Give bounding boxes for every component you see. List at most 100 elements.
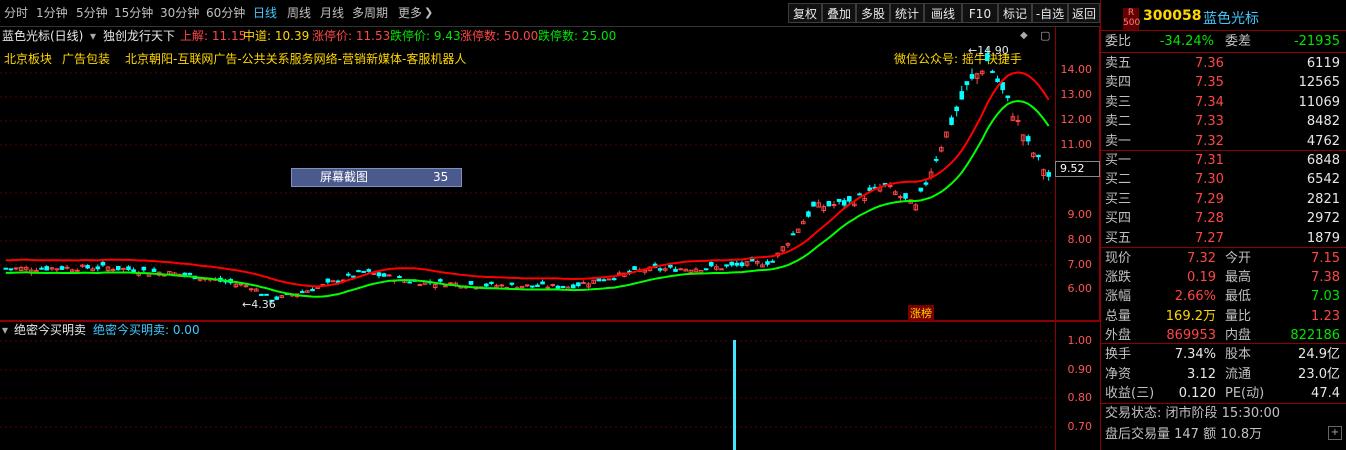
candle-body [100,261,106,266]
candle-body [371,272,377,275]
period-tab-30min[interactable]: 30分钟 [160,0,199,26]
period-tab-daily[interactable]: 日线 [253,0,277,26]
bid-level-row[interactable]: 买五 7.27 1879 [1105,228,1340,249]
bid-price: 7.27 [1195,230,1224,246]
row-value: 0.19 [1187,270,1216,286]
period-tab-monthly[interactable]: 月线 [320,0,344,26]
row-label-2: 股本 [1225,347,1252,362]
mark-button[interactable]: 标记 [998,3,1032,23]
row-value: 0.120 [1178,386,1216,401]
ask-level-row[interactable]: 卖四 7.35 12565 [1105,72,1340,93]
candle-body [381,273,387,277]
bid-label: 买二 [1105,172,1132,188]
candle-body [959,91,965,100]
row-label-2: 量比 [1225,308,1252,324]
candle-body [351,275,356,278]
candle-body [657,268,663,271]
ask-label: 卖五 [1105,56,1132,71]
candle-body [110,268,116,271]
period-tab-multi[interactable]: 多周期 [352,0,388,26]
ask-level-row[interactable]: 卖五 7.36 6119 [1105,53,1340,74]
row-value-2: 24.9亿 [1298,347,1340,362]
period-tab-1min[interactable]: 1分钟 [36,0,68,26]
chevron-down-icon[interactable]: ▾ [2,322,8,338]
row-label-2: 内盘 [1225,327,1252,343]
row-value: 7.34% [1174,347,1216,362]
ask-level-row[interactable]: 卖二 7.33 8482 [1105,111,1340,132]
ask-label: 卖二 [1105,114,1132,130]
candle-body [330,280,336,283]
period-tab-more[interactable]: 更多 [398,0,422,26]
candle-body [576,282,581,287]
kline-chart[interactable] [0,26,1055,321]
after-hours-volume: 盘后交易量 147 额 10.8万 [1105,427,1263,442]
bid-level-row[interactable]: 买一 7.31 6848 [1105,150,1340,171]
period-tab-60min[interactable]: 60分钟 [206,0,245,26]
candle-body [734,262,740,266]
candle-body [448,282,453,285]
candle-body [64,266,70,269]
candle-body [489,281,494,284]
indicator-chart[interactable] [0,340,1055,450]
screenshot-overlay[interactable]: 屏幕截图 35 [291,168,462,187]
period-tab-weekly[interactable]: 周线 [287,0,311,26]
price-tick: 13.00 [1060,88,1093,101]
candle-body [678,268,683,271]
draw-line-button[interactable]: 画线 [924,3,962,23]
period-tab-fenshi[interactable]: 分时 [4,0,28,26]
ask-level-row[interactable]: 卖一 7.32 4762 [1105,131,1340,152]
candle-body [990,70,995,73]
ask-level-row[interactable]: 卖三 7.34 11069 [1105,92,1340,113]
candle-body [831,203,837,206]
candle-body [248,288,254,291]
fuquan-button[interactable]: 复权 [788,3,822,23]
candle-body [601,279,607,282]
row-label-2: 最低 [1225,289,1252,305]
candle-body [131,269,136,273]
bid-label: 买五 [1105,230,1132,246]
indicator-name[interactable]: 绝密今买明卖 [14,322,86,338]
row-value-2: 7.03 [1311,289,1340,305]
bid-level-row[interactable]: 买三 7.29 2821 [1105,189,1340,210]
candle-body [847,196,852,202]
back-button[interactable]: 返回 [1068,3,1100,23]
weibi-label: 委比 [1105,34,1132,49]
ask-price: 7.36 [1195,56,1224,71]
candle-body [264,293,269,296]
candle-body [903,193,908,199]
overlay-button[interactable]: 叠加 [822,3,856,23]
statistics-button[interactable]: 统计 [890,3,924,23]
multi-stock-button[interactable]: 多股 [856,3,890,23]
fundamental-stat-row: 净资 3.12 流通 23.0亿 [1105,364,1340,385]
bid-volume: 6848 [1306,153,1340,168]
low-price-value: 4.36 [251,298,276,311]
candle-body [407,281,412,284]
bid-price: 7.29 [1195,191,1224,207]
bid-level-row[interactable]: 买四 7.28 2972 [1105,208,1340,229]
candle-body [836,198,842,202]
bid-volume: 2821 [1306,191,1340,207]
candle-body [361,270,366,273]
period-toolbar: 分时 1分钟 5分钟 15分钟 30分钟 60分钟 日线 周线 月线 多周期 更… [0,0,1100,27]
badge-top: R [1127,8,1135,18]
expand-icon[interactable]: + [1328,426,1342,440]
add-watchlist-button[interactable]: -自选 [1032,3,1068,23]
bid-price: 7.30 [1195,172,1224,188]
candle-body [126,266,131,271]
fundamental-stat-row: 收益(三) 0.120 PE(动) 47.4 [1105,383,1340,404]
stock-code: 300058 [1143,8,1202,24]
f10-button[interactable]: F10 [962,3,998,23]
bid-level-row[interactable]: 买二 7.30 6542 [1105,169,1340,190]
weicha-value: -21935 [1293,34,1340,49]
candle-body [995,78,1000,83]
candle-body [438,279,443,282]
zt-badge[interactable]: 涨榜 [908,305,934,321]
period-tab-5min[interactable]: 5分钟 [76,0,108,26]
candle-body [918,187,924,192]
candle-body [1025,136,1031,142]
overlay-value: 35 [433,170,449,184]
period-tab-15min[interactable]: 15分钟 [114,0,153,26]
row-label: 总量 [1105,308,1132,324]
candle-body [540,281,545,285]
chevron-right-icon[interactable]: ❯ [424,0,433,26]
